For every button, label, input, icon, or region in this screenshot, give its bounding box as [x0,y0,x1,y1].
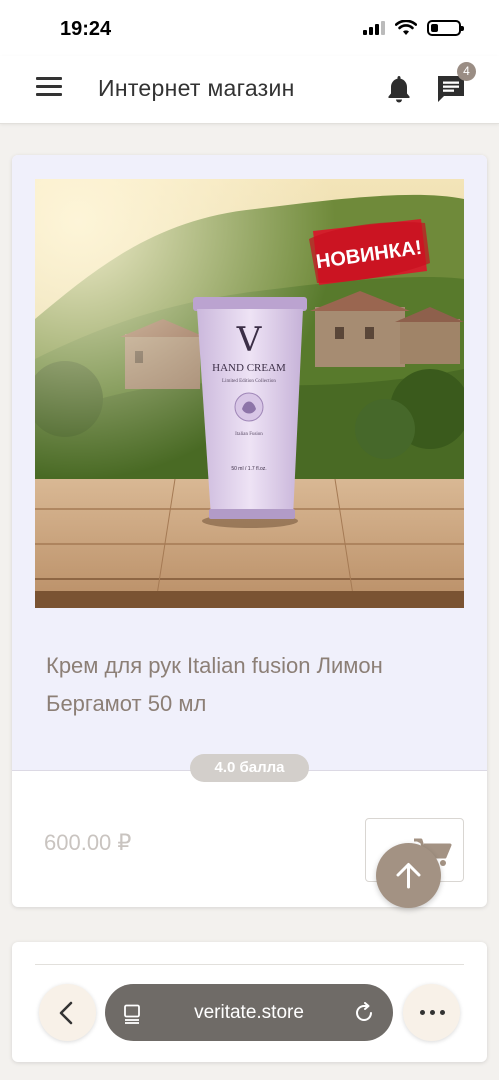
product-name[interactable]: Крем для рук Italian fusion Лимон Бергам… [46,647,456,723]
app-header: Интернет магазин [0,56,499,124]
card-2-image-edge [35,964,464,965]
url-text: veritate.store [194,1002,304,1023]
address-bar[interactable]: veritate.store [105,984,393,1041]
status-icons [363,20,464,36]
cellular-signal-icon [363,21,385,35]
page-title: Интернет магазин [98,75,295,101]
battery-icon [427,20,464,36]
hamburger-menu-icon[interactable] [36,77,62,99]
more-options-button[interactable] [403,984,460,1041]
reload-icon[interactable] [353,1002,375,1024]
product-image[interactable]: V HAND CREAM Limited Edition Collection … [35,179,464,608]
status-time: 19:24 [60,18,112,40]
product-card: V HAND CREAM Limited Edition Collection … [12,155,487,907]
back-button[interactable] [39,984,96,1041]
status-bar: 19:24 [0,0,499,56]
battery-level [431,24,438,32]
product-sublabel-text: Limited Edition Collection [222,379,276,384]
product-volume-text: 50 ml / 1.7 fl.oz. [231,466,266,472]
chevron-left-icon [59,1001,73,1025]
browser-toolbar: veritate.store [0,980,499,1080]
product-price: 600.00 ₽ [44,830,132,855]
arrow-up-icon [396,863,421,889]
product-brand-mark: V [236,320,263,360]
rating-badge: 4.0 балла [190,754,309,782]
wifi-icon [395,20,417,35]
messages-count-badge: 4 [457,62,476,81]
bell-icon[interactable] [386,74,412,104]
product-small-text: Italian Fusion [235,432,263,437]
product-label-text: HAND CREAM [212,362,286,374]
more-dots-icon [420,1010,445,1015]
scroll-to-top-button[interactable] [376,843,441,908]
